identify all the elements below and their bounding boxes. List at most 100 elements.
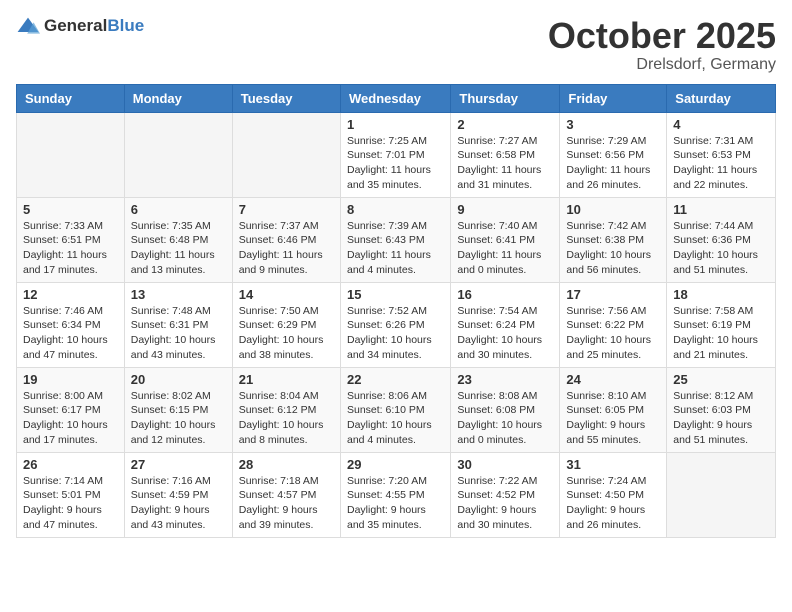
cell-week3-day6: 18 Sunrise: 7:58 AM Sunset: 6:19 PM Dayli… <box>667 282 776 367</box>
day-info: Sunrise: 7:22 AM Sunset: 4:52 PM Dayligh… <box>457 474 553 533</box>
calendar-body: 1 Sunrise: 7:25 AM Sunset: 7:01 PM Daylig… <box>17 112 776 537</box>
header-thursday: Thursday <box>451 84 560 112</box>
header-wednesday: Wednesday <box>340 84 450 112</box>
cell-week3-day4: 16Sunrise: 7:54 AM Sunset: 6:24 PM Dayli… <box>451 282 560 367</box>
cell-week2-day4: 9 Sunrise: 7:40 AM Sunset: 6:41 PM Daylig… <box>451 197 560 282</box>
day-info: Sunrise: 7:39 AM Sunset: 6:43 PM Dayligh… <box>347 219 444 278</box>
cell-week4-day6: 25 Sunrise: 8:12 AM Sunset: 6:03 PM Dayli… <box>667 367 776 452</box>
day-number: 6 <box>131 202 226 217</box>
month-title: October 2025 <box>548 16 776 56</box>
logo-text: GeneralBlue <box>44 17 144 36</box>
day-number: 24 <box>566 372 660 387</box>
day-info: Sunrise: 8:10 AM Sunset: 6:05 PM Dayligh… <box>566 389 660 448</box>
day-info: Sunrise: 7:46 AM Sunset: 6:34 PM Dayligh… <box>23 304 118 363</box>
logo-blue: Blue <box>107 16 144 35</box>
day-info: Sunrise: 7:56 AM Sunset: 6:22 PM Dayligh… <box>566 304 660 363</box>
cell-week3-day5: 17 Sunrise: 7:56 AM Sunset: 6:22 PM Dayli… <box>560 282 667 367</box>
day-info: Sunrise: 7:27 AM Sunset: 6:58 PM Dayligh… <box>457 134 553 193</box>
day-number: 12 <box>23 287 118 302</box>
day-info: Sunrise: 7:42 AM Sunset: 6:38 PM Dayligh… <box>566 219 660 278</box>
cell-week5-day2: 28Sunrise: 7:18 AM Sunset: 4:57 PM Dayli… <box>232 452 340 537</box>
day-info: Sunrise: 7:24 AM Sunset: 4:50 PM Dayligh… <box>566 474 660 533</box>
day-info: Sunrise: 7:48 AM Sunset: 6:31 PM Dayligh… <box>131 304 226 363</box>
day-number: 9 <box>457 202 553 217</box>
day-number: 21 <box>239 372 334 387</box>
cell-week2-day1: 6Sunrise: 7:35 AM Sunset: 6:48 PM Daylig… <box>124 197 232 282</box>
cell-week1-day5: 3Sunrise: 7:29 AM Sunset: 6:56 PM Daylig… <box>560 112 667 197</box>
day-info: Sunrise: 7:33 AM Sunset: 6:51 PM Dayligh… <box>23 219 118 278</box>
day-number: 2 <box>457 117 553 132</box>
week-row-4: 19 Sunrise: 8:00 AM Sunset: 6:17 PM Dayli… <box>17 367 776 452</box>
cell-week2-day6: 11Sunrise: 7:44 AM Sunset: 6:36 PM Dayli… <box>667 197 776 282</box>
day-number: 17 <box>566 287 660 302</box>
week-row-5: 26 Sunrise: 7:14 AM Sunset: 5:01 PM Dayli… <box>17 452 776 537</box>
cell-week5-day4: 30 Sunrise: 7:22 AM Sunset: 4:52 PM Dayli… <box>451 452 560 537</box>
cell-week4-day3: 22 Sunrise: 8:06 AM Sunset: 6:10 PM Dayli… <box>340 367 450 452</box>
cell-week3-day0: 12 Sunrise: 7:46 AM Sunset: 6:34 PM Dayli… <box>17 282 125 367</box>
cell-week3-day2: 14Sunrise: 7:50 AM Sunset: 6:29 PM Dayli… <box>232 282 340 367</box>
day-number: 10 <box>566 202 660 217</box>
cell-week5-day0: 26 Sunrise: 7:14 AM Sunset: 5:01 PM Dayli… <box>17 452 125 537</box>
day-info: Sunrise: 7:25 AM Sunset: 7:01 PM Dayligh… <box>347 134 444 193</box>
day-number: 13 <box>131 287 226 302</box>
cell-week4-day4: 23 Sunrise: 8:08 AM Sunset: 6:08 PM Dayli… <box>451 367 560 452</box>
day-info: Sunrise: 8:00 AM Sunset: 6:17 PM Dayligh… <box>23 389 118 448</box>
day-number: 27 <box>131 457 226 472</box>
day-number: 4 <box>673 117 769 132</box>
cell-week1-day3: 1 Sunrise: 7:25 AM Sunset: 7:01 PM Daylig… <box>340 112 450 197</box>
day-info: Sunrise: 7:58 AM Sunset: 6:19 PM Dayligh… <box>673 304 769 363</box>
day-info: Sunrise: 8:06 AM Sunset: 6:10 PM Dayligh… <box>347 389 444 448</box>
cell-week1-day1 <box>124 112 232 197</box>
day-number: 25 <box>673 372 769 387</box>
day-info: Sunrise: 8:12 AM Sunset: 6:03 PM Dayligh… <box>673 389 769 448</box>
day-info: Sunrise: 7:16 AM Sunset: 4:59 PM Dayligh… <box>131 474 226 533</box>
week-row-3: 12 Sunrise: 7:46 AM Sunset: 6:34 PM Dayli… <box>17 282 776 367</box>
cell-week3-day3: 15 Sunrise: 7:52 AM Sunset: 6:26 PM Dayli… <box>340 282 450 367</box>
day-number: 19 <box>23 372 118 387</box>
day-info: Sunrise: 7:29 AM Sunset: 6:56 PM Dayligh… <box>566 134 660 193</box>
cell-week4-day0: 19 Sunrise: 8:00 AM Sunset: 6:17 PM Dayli… <box>17 367 125 452</box>
cell-week5-day3: 29 Sunrise: 7:20 AM Sunset: 4:55 PM Dayli… <box>340 452 450 537</box>
day-info: Sunrise: 7:20 AM Sunset: 4:55 PM Dayligh… <box>347 474 444 533</box>
day-number: 16 <box>457 287 553 302</box>
cell-week4-day2: 21Sunrise: 8:04 AM Sunset: 6:12 PM Dayli… <box>232 367 340 452</box>
cell-week1-day6: 4 Sunrise: 7:31 AM Sunset: 6:53 PM Daylig… <box>667 112 776 197</box>
day-number: 5 <box>23 202 118 217</box>
day-info: Sunrise: 7:40 AM Sunset: 6:41 PM Dayligh… <box>457 219 553 278</box>
logo-general: General <box>44 16 107 35</box>
header-tuesday: Tuesday <box>232 84 340 112</box>
cell-week3-day1: 13 Sunrise: 7:48 AM Sunset: 6:31 PM Dayli… <box>124 282 232 367</box>
cell-week2-day3: 8Sunrise: 7:39 AM Sunset: 6:43 PM Daylig… <box>340 197 450 282</box>
cell-week1-day4: 2 Sunrise: 7:27 AM Sunset: 6:58 PM Daylig… <box>451 112 560 197</box>
cell-week2-day5: 10 Sunrise: 7:42 AM Sunset: 6:38 PM Dayli… <box>560 197 667 282</box>
day-number: 26 <box>23 457 118 472</box>
day-info: Sunrise: 7:14 AM Sunset: 5:01 PM Dayligh… <box>23 474 118 533</box>
header: GeneralBlue October 2025 Drelsdorf, Germ… <box>16 16 776 74</box>
week-row-1: 1 Sunrise: 7:25 AM Sunset: 7:01 PM Daylig… <box>17 112 776 197</box>
cell-week5-day1: 27 Sunrise: 7:16 AM Sunset: 4:59 PM Dayli… <box>124 452 232 537</box>
cell-week5-day5: 31 Sunrise: 7:24 AM Sunset: 4:50 PM Dayli… <box>560 452 667 537</box>
cell-week5-day6 <box>667 452 776 537</box>
day-info: Sunrise: 7:50 AM Sunset: 6:29 PM Dayligh… <box>239 304 334 363</box>
day-number: 15 <box>347 287 444 302</box>
day-number: 31 <box>566 457 660 472</box>
title-area: October 2025 Drelsdorf, Germany <box>548 16 776 74</box>
day-number: 20 <box>131 372 226 387</box>
header-friday: Friday <box>560 84 667 112</box>
day-info: Sunrise: 7:31 AM Sunset: 6:53 PM Dayligh… <box>673 134 769 193</box>
day-number: 29 <box>347 457 444 472</box>
day-number: 22 <box>347 372 444 387</box>
day-number: 28 <box>239 457 334 472</box>
day-number: 7 <box>239 202 334 217</box>
location-title: Drelsdorf, Germany <box>548 56 776 74</box>
cell-week1-day0 <box>17 112 125 197</box>
day-info: Sunrise: 8:08 AM Sunset: 6:08 PM Dayligh… <box>457 389 553 448</box>
cell-week4-day5: 24 Sunrise: 8:10 AM Sunset: 6:05 PM Dayli… <box>560 367 667 452</box>
day-info: Sunrise: 7:52 AM Sunset: 6:26 PM Dayligh… <box>347 304 444 363</box>
day-number: 30 <box>457 457 553 472</box>
day-number: 23 <box>457 372 553 387</box>
day-number: 18 <box>673 287 769 302</box>
day-number: 1 <box>347 117 444 132</box>
week-row-2: 5 Sunrise: 7:33 AM Sunset: 6:51 PM Daylig… <box>17 197 776 282</box>
cell-week1-day2 <box>232 112 340 197</box>
